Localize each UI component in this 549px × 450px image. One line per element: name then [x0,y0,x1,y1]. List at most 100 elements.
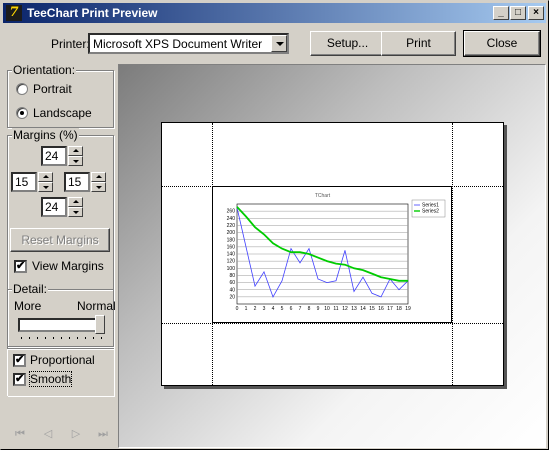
y-tick-label: 20 [229,294,235,300]
x-tick-label: 7 [299,306,302,312]
x-tick-label: 3 [263,306,266,312]
view-margins-label[interactable]: View Margins [32,259,104,273]
data-point [254,285,256,287]
data-point [254,226,256,228]
data-point [344,250,346,251]
y-tick-label: 260 [227,209,236,215]
x-tick-label: 10 [324,306,330,312]
teechart-app-icon[interactable]: 7 [6,5,22,21]
left-margin-input[interactable]: 15 [11,172,37,192]
data-point [344,264,346,266]
printer-select[interactable]: Microsoft XPS Document Writer [88,33,289,54]
chart: TChart2040608010012014016018020022024026… [227,193,446,312]
preview-page: TChart 20 40 60 80 100 120 140 160 180 200 220 240 26… [161,122,504,386]
y-tick-label: 120 [227,259,236,265]
setup-button[interactable]: Setup... [310,31,385,56]
x-tick-label: 8 [308,306,311,312]
maximize-button[interactable]: □ [510,6,526,20]
y-tick-label: 160 [227,244,236,250]
detail-group-title: Detail: [12,282,49,296]
chart-frame: TChart 20 40 60 80 100 120 140 160 180 200 220 240 26… [212,186,452,323]
data-point [326,260,328,262]
data-point [353,291,355,292]
detail-normal-label: Normal [77,299,116,313]
data-point [362,276,364,278]
detail-slider-track[interactable] [18,318,104,332]
portrait-radio[interactable] [16,83,28,95]
chart-title: TChart [315,193,331,199]
title-bar[interactable]: 7 TeeChart Print Preview _ □ × [3,3,546,23]
data-point [236,206,238,208]
landscape-label[interactable]: Landscape [33,106,92,120]
portrait-label[interactable]: Portrait [33,82,72,96]
right-margin-line[interactable] [452,123,453,385]
print-preview-window: 7 TeeChart Print Preview _ □ × Printer: … [0,0,549,450]
data-point [335,280,337,282]
window-title: TeeChart Print Preview [27,6,158,20]
right-margin-input[interactable]: 15 [64,172,90,192]
detail-more-label: More [14,299,42,313]
view-margins-checkbox[interactable]: ✔ [14,260,27,273]
x-tick-label: 15 [369,306,375,312]
x-tick-label: 0 [236,306,239,312]
orientation-group: Orientation: Portrait Landscape [7,63,114,128]
data-point [263,271,265,273]
data-point [281,280,283,282]
data-point [290,248,292,249]
x-tick-label: 19 [405,306,411,312]
y-tick-label: 60 [229,280,235,286]
right-margin-spinner[interactable] [91,172,106,192]
x-tick-label: 11 [333,306,338,312]
data-point [362,269,364,271]
data-point [245,216,247,217]
previous-page-icon[interactable]: ◁ [41,428,55,440]
x-tick-label: 16 [378,306,384,312]
x-tick-label: 14 [360,306,366,312]
y-tick-label: 180 [227,237,236,243]
smooth-label[interactable]: Smooth [28,371,73,387]
bottom-margin-input[interactable]: 24 [41,197,67,217]
data-point [299,251,301,253]
landscape-radio[interactable] [16,107,28,119]
data-point [290,251,292,253]
left-margin-spinner[interactable] [38,172,53,192]
data-point [263,234,265,235]
legend-label: Series2 [422,209,439,215]
x-tick-label: 9 [317,306,320,312]
proportional-label[interactable]: Proportional [30,353,95,367]
x-tick-label: 17 [387,306,393,312]
preview-area[interactable]: TChart 20 40 60 80 100 120 140 160 180 200 220 240 26… [118,64,546,448]
data-point [308,253,310,255]
smooth-checkbox[interactable]: ✔ [13,373,26,386]
y-tick-label: 200 [227,230,236,236]
data-point [398,289,400,291]
data-point [371,292,373,294]
last-page-icon[interactable]: ⏭ [96,428,110,440]
x-tick-label: 6 [290,306,293,312]
bottom-margin-spinner[interactable] [68,197,83,217]
data-point [317,257,319,258]
data-point [389,278,391,280]
x-tick-label: 12 [342,306,348,312]
first-page-icon[interactable]: ⏮ [13,428,27,440]
x-tick-label: 4 [272,306,275,312]
chevron-down-icon[interactable] [271,35,287,52]
close-window-button[interactable]: × [528,6,544,20]
margins-group-title: Margins (%) [12,128,79,142]
data-point [272,242,274,244]
minimize-button[interactable]: _ [493,6,509,20]
data-point [380,296,382,298]
detail-slider-thumb[interactable] [95,315,105,334]
data-point [308,248,310,249]
data-point [272,296,274,298]
x-tick-label: 2 [254,306,257,312]
proportional-checkbox[interactable]: ✔ [13,354,26,367]
reset-margins-button[interactable]: Reset Margins [10,228,110,252]
top-margin-spinner[interactable] [68,146,83,166]
print-button[interactable]: Print [381,31,456,56]
printer-label: Printer: [51,37,90,51]
next-page-icon[interactable]: ▷ [69,428,83,440]
close-button[interactable]: Close [463,30,541,57]
top-margin-input[interactable]: 24 [41,146,67,166]
data-point [317,278,319,280]
